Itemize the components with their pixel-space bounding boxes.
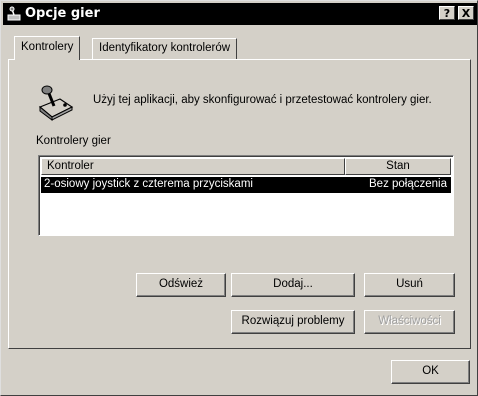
description-text: Użyj tej aplikacji, aby skonfigurować i …: [93, 94, 432, 106]
window-title: Opcje gier: [25, 6, 100, 21]
add-button[interactable]: Dodaj...: [231, 273, 355, 297]
tab-kontrolery[interactable]: Kontrolery: [14, 36, 81, 60]
table-row[interactable]: 2-osiowy joystick z czterema przyciskami…: [41, 177, 451, 193]
title-bar[interactable]: Opcje gier ? X: [3, 3, 477, 25]
controllers-group-label: Kontrolery gier: [36, 135, 111, 147]
controller-status: Bez połączenia: [369, 178, 447, 190]
ok-button[interactable]: OK: [391, 360, 470, 384]
properties-button[interactable]: Właściwości: [364, 310, 455, 334]
help-button[interactable]: ?: [439, 6, 455, 20]
column-header-kontroler[interactable]: Kontroler: [41, 158, 345, 175]
tab-identyfikatory[interactable]: Identyfikatory kontrolerów: [92, 38, 238, 59]
game-controller-icon: [38, 85, 74, 121]
column-header-stan[interactable]: Stan: [345, 158, 451, 175]
dialog-window: Opcje gier ? X Kontrolery Identyfikatory…: [0, 0, 478, 396]
controllers-list[interactable]: Kontroler Stan 2-osiowy joystick z czter…: [38, 155, 454, 236]
remove-button[interactable]: Usuń: [364, 273, 455, 297]
troubleshoot-button[interactable]: Rozwiązuj problemy: [231, 310, 355, 334]
close-button[interactable]: X: [458, 6, 474, 20]
joystick-icon: [7, 6, 21, 21]
controller-name: 2-osiowy joystick z czterema przyciskami: [44, 178, 253, 190]
refresh-button[interactable]: Odśwież: [136, 273, 226, 297]
